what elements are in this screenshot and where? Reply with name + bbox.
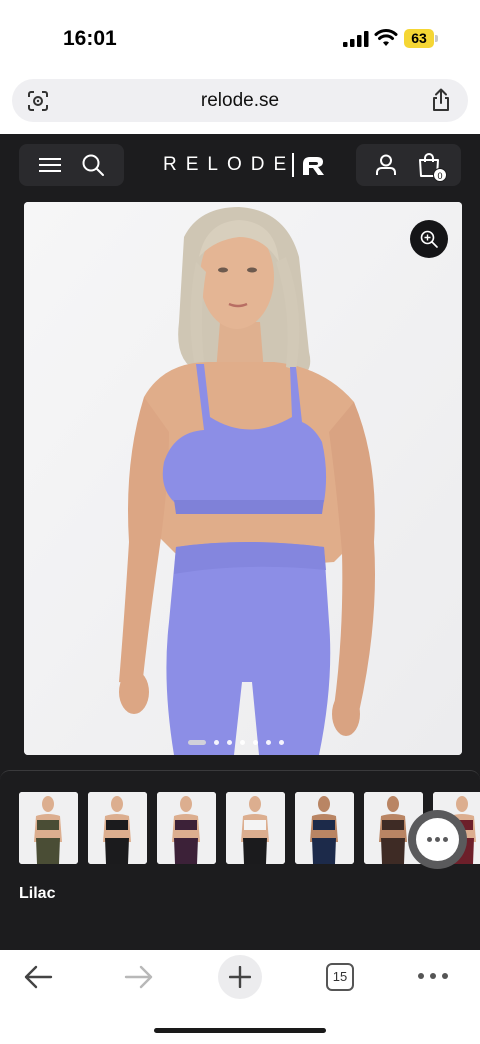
pagination-dot[interactable] — [227, 740, 232, 745]
address-bar[interactable]: relode.se — [12, 79, 468, 122]
battery-level: 63 — [411, 30, 427, 46]
thumbnail-photo — [295, 792, 354, 864]
thumbnail-photo — [88, 792, 147, 864]
website-content: RELODE 0 Lilac — [0, 134, 480, 950]
status-bar: 16:01 63 — [0, 0, 480, 70]
pagination-dot[interactable] — [266, 740, 271, 745]
more-icon[interactable] — [418, 973, 448, 981]
battery-icon: 63 — [404, 29, 438, 48]
chat-icon — [416, 818, 459, 861]
nav-left-group — [19, 144, 124, 186]
pagination-dot[interactable] — [253, 740, 258, 745]
color-selector-panel: Lilac — [0, 770, 480, 950]
plus-icon — [229, 966, 251, 988]
tabs-button[interactable]: 15 — [326, 963, 354, 991]
color-thumbnail[interactable] — [226, 792, 285, 864]
back-arrow-icon[interactable] — [23, 964, 53, 990]
browser-toolbar: 15 — [0, 950, 480, 1044]
pagination-dot[interactable] — [279, 740, 284, 745]
logo-divider — [292, 153, 295, 177]
chat-button[interactable] — [408, 810, 467, 869]
product-image[interactable] — [24, 202, 462, 755]
new-tab-button[interactable] — [218, 955, 262, 999]
site-logo[interactable]: RELODE — [163, 151, 326, 179]
url-text[interactable]: relode.se — [12, 90, 468, 112]
color-thumbnail[interactable] — [88, 792, 147, 864]
image-pagination — [188, 740, 284, 745]
status-time: 16:01 — [63, 27, 117, 50]
logo-mark-icon — [303, 157, 325, 175]
search-icon[interactable] — [81, 153, 105, 177]
account-icon[interactable] — [374, 153, 398, 177]
thumbnail-photo — [157, 792, 216, 864]
thumbnail-photo — [226, 792, 285, 864]
pagination-dot-active[interactable] — [188, 740, 206, 745]
pagination-dot[interactable] — [240, 740, 245, 745]
color-thumbnail[interactable] — [157, 792, 216, 864]
zoom-button[interactable] — [410, 220, 448, 258]
selected-color-label: Lilac — [19, 885, 56, 902]
thumbnail-photo — [19, 792, 78, 864]
menu-icon[interactable] — [39, 156, 61, 174]
forward-arrow-icon[interactable] — [124, 964, 154, 990]
logo-text: RELODE — [163, 154, 296, 175]
wifi-icon — [374, 29, 398, 46]
product-photo — [24, 202, 462, 755]
signal-icon — [343, 31, 369, 47]
cart-count-badge: 0 — [433, 168, 447, 182]
color-thumbnail[interactable] — [295, 792, 354, 864]
home-indicator — [154, 1028, 326, 1033]
pagination-dot[interactable] — [214, 740, 219, 745]
color-thumbnail[interactable] — [19, 792, 78, 864]
nav-right-group: 0 — [356, 144, 461, 186]
zoom-icon — [420, 230, 438, 248]
share-icon[interactable] — [430, 88, 452, 112]
